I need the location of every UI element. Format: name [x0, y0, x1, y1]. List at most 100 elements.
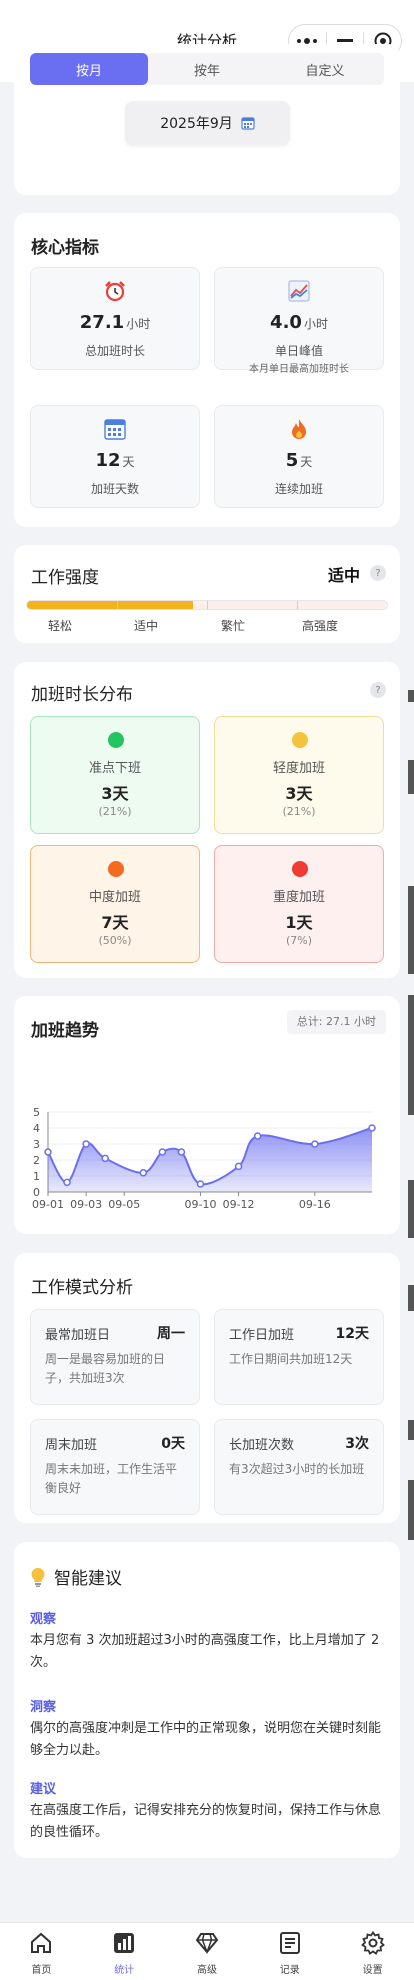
intensity-bar: [26, 600, 388, 610]
metric-unit: 天: [122, 455, 135, 469]
month-picker[interactable]: 2025年9月: [125, 101, 290, 145]
tab-home[interactable]: 首页: [0, 1923, 83, 1980]
core-metrics-title: 核心指标: [31, 238, 99, 258]
tab-premium[interactable]: 高级: [166, 1923, 249, 1980]
yellow-dot-icon: [292, 732, 308, 748]
y-tick-label: 2: [33, 1154, 40, 1167]
minus-icon: [337, 39, 353, 42]
settings-icon: [360, 1930, 385, 1955]
dist-name: 重度加班: [272, 890, 325, 905]
dist-name: 准点下班: [88, 761, 141, 776]
pattern-title: 工作模式分析: [31, 1278, 133, 1298]
core-metrics-card: 核心指标 27.1 小时 总加班时长 4.0 小时 单日峰值 本月单日最高加班时长 …: [14, 213, 400, 527]
overtime-distribution-card: 加班时长分布 ? 准点下班 3天 (21%) 轻度加班 3天 (21%) 中度加…: [14, 662, 400, 978]
help-icon[interactable]: ?: [370, 565, 386, 581]
work-intensity-card: 工作强度 适中 ? 轻松 适中 繁忙 高强度: [14, 545, 400, 643]
advice-label: 建议: [30, 1782, 57, 1797]
metric-daily-peak: 4.0 小时 单日峰值 本月单日最高加班时长: [214, 267, 384, 375]
metric-unit: 天: [300, 455, 313, 469]
data-point: [234, 1162, 243, 1171]
data-point: [82, 1140, 90, 1148]
pattern-weekday-overtime: 工作日加班 12天 工作日期间共加班12天: [214, 1309, 384, 1405]
trend-chart: 01234509-01 09-03 09-05 09-10 09-12 09-16: [32, 1106, 376, 1211]
scroll-marker: [408, 760, 414, 794]
metric-overtime-days: 12 天 加班天数: [30, 405, 200, 508]
tab-year[interactable]: 按年: [148, 53, 266, 85]
data-point: [44, 1148, 52, 1156]
data-point: [311, 1140, 319, 1148]
metric-sublabel: 本月单日最高加班时长: [249, 364, 349, 375]
pattern-heading: 长加班次数: [229, 1438, 295, 1453]
metric-label: 总加班时长: [84, 344, 145, 358]
x-tick-label: 09-12: [223, 1198, 255, 1211]
scroll-marker: [408, 886, 414, 974]
help-icon[interactable]: ?: [370, 682, 386, 698]
scale-label-intense: 高强度: [301, 619, 338, 633]
scale-label-moderate: 适中: [133, 619, 158, 633]
y-tick-label: 1: [33, 1170, 40, 1183]
red-dot-icon: [292, 861, 308, 877]
y-tick-label: 5: [33, 1106, 40, 1119]
data-point: [158, 1148, 167, 1156]
intensity-title: 工作强度: [31, 568, 99, 588]
dist-days: 1天: [285, 913, 313, 932]
dist-name: 中度加班: [88, 890, 141, 905]
tab-settings[interactable]: 设置: [331, 1923, 414, 1980]
tab-records[interactable]: 记录: [248, 1923, 331, 1980]
distribution-title: 加班时长分布: [31, 685, 133, 705]
dist-name: 轻度加班: [272, 761, 325, 776]
green-dot-icon: [108, 732, 124, 748]
observation-label: 观察: [30, 1612, 57, 1627]
scroll-marker: [408, 1480, 414, 1540]
scroll-marker: [408, 1180, 414, 1238]
lightbulb-icon: [31, 1567, 45, 1587]
home-icon: [31, 1932, 52, 1953]
pattern-value: 12天: [335, 1326, 369, 1342]
tab-custom[interactable]: 自定义: [266, 53, 384, 85]
pattern-most-common-day: 最常加班日 周一 周一是最容易加班的日子，共加班3次: [30, 1309, 200, 1405]
metric-value: 5: [285, 450, 299, 471]
stats-icon: [114, 1933, 135, 1953]
intensity-fill: [27, 601, 193, 609]
observation-text: 本月您有 3 次加班超过3小时的高强度工作，比上月增加了 2 次。: [30, 1633, 380, 1670]
dist-percent: (21%): [98, 805, 132, 818]
tab-label: 高级: [196, 1965, 217, 1976]
data-point: [368, 1124, 376, 1132]
suggestions-title: 智能建议: [54, 1569, 122, 1589]
pattern-long-overtime: 长加班次数 3次 有3次超过3小时的长加班: [214, 1419, 384, 1515]
dist-percent: (21%): [282, 805, 316, 818]
metric-consecutive-days: 5天 连续加班: [214, 405, 384, 508]
tab-stats[interactable]: 统计: [83, 1923, 166, 1980]
insight-text: 偶尔的高强度冲刺是工作中的正常现象，说明您在关键时刻能够全力以赴。: [30, 1721, 382, 1758]
pattern-heading: 工作日加班: [229, 1328, 295, 1343]
tab-month[interactable]: 按月: [30, 53, 148, 85]
dist-moderate: 中度加班 7天 (50%): [30, 845, 200, 963]
scale-label-relaxed: 轻松: [47, 619, 72, 633]
pattern-desc: 周一是最容易加班的日子，共加班3次: [45, 1352, 166, 1385]
dist-light: 轻度加班 3天 (21%): [214, 716, 384, 834]
smart-suggestions-card: 智能建议 观察 本月您有 3 次加班超过3小时的高强度工作，比上月增加了 2 次…: [14, 1542, 400, 1858]
suggestions-header: 智能建议: [30, 1564, 122, 1589]
pattern-desc: 工作日期间共加班12天: [229, 1352, 353, 1366]
pattern-value: 周一: [157, 1326, 185, 1342]
x-tick-label: 09-10: [184, 1198, 216, 1211]
intensity-level: 适中: [327, 566, 360, 585]
overtime-trend-card: 加班趋势 总计: 27.1 小时 0 1 2 3 4 5 09-01 09-03 09-05 09…: [14, 996, 400, 1234]
data-point: [253, 1132, 262, 1140]
dist-days: 3天: [101, 784, 129, 803]
metric-value: 12: [95, 450, 121, 471]
advice-text: 在高强度工作后，记得安排充分的恢复时间，保持工作与休息的良性循环。: [30, 1803, 382, 1840]
metric-label: 单日峰值: [274, 344, 323, 358]
dist-days: 3天: [285, 784, 313, 803]
dist-ontime: 准点下班 3天 (21%): [30, 716, 200, 834]
data-point: [63, 1178, 71, 1187]
x-tick-label: 09-05: [108, 1198, 140, 1211]
trend-chart-icon: [288, 280, 310, 302]
pattern-desc: 有3次超过3小时的长加班: [229, 1462, 365, 1476]
bottom-tab-bar: 首页 统计 高级 记录 设置: [0, 1922, 414, 1980]
pattern-weekend-overtime: 周末加班 0天 周末未加班，工作生活平衡良好: [30, 1419, 200, 1515]
scroll-marker: [408, 1285, 414, 1311]
selected-month: 2025年9月: [160, 116, 233, 132]
data-point: [139, 1169, 148, 1177]
metric-label: 连续加班: [274, 482, 323, 496]
